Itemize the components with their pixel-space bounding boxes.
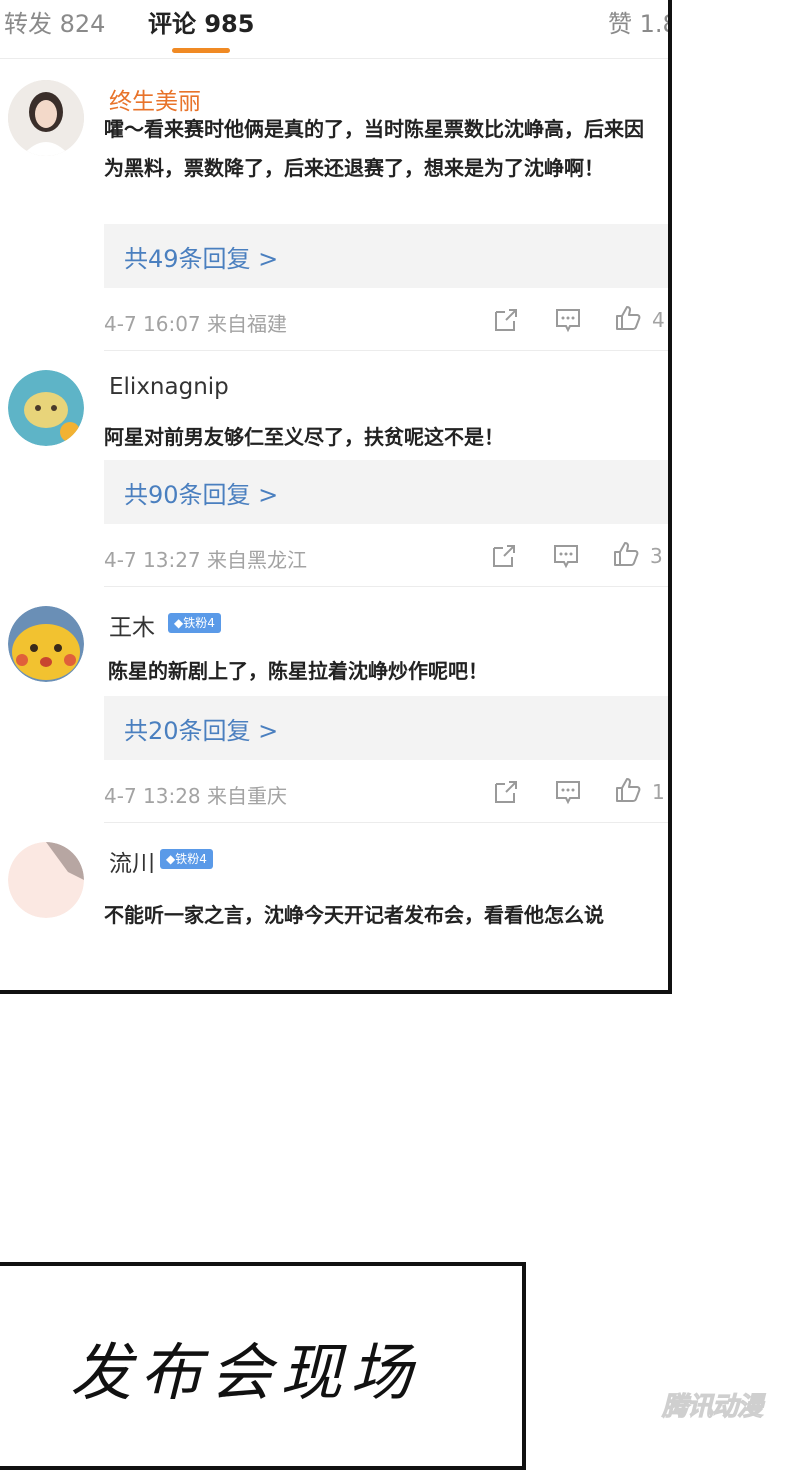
tab-comments[interactable]: 评论 985 (148, 4, 254, 39)
comment-icon[interactable] (554, 778, 582, 806)
avatar[interactable] (8, 842, 84, 918)
replies-link[interactable]: 共20条回复 > (104, 696, 668, 760)
replies-link[interactable]: 共49条回复 > (104, 224, 668, 288)
comment-meta: 4-7 16:07 来自福建 (104, 312, 288, 336)
like-icon[interactable] (612, 540, 640, 568)
comment-meta: 4-7 13:28 来自重庆 (104, 784, 288, 808)
like-count: 4 (652, 308, 665, 332)
tab-likes[interactable]: 赞 1.8 (608, 4, 668, 39)
avatar[interactable] (8, 606, 84, 682)
like-count: 1 (652, 780, 665, 804)
share-icon[interactable] (490, 542, 518, 570)
like-icon[interactable] (614, 304, 642, 332)
comment-icon[interactable] (552, 542, 580, 570)
caption-box: 发布会现场 (0, 1262, 526, 1470)
comment-meta: 4-7 13:27 来自黑龙江 (104, 548, 308, 572)
watermark-logo: 腾讯动漫 (661, 1392, 763, 1423)
username[interactable]: 王木 (109, 608, 155, 642)
comment-text: 嚯～看来赛时他俩是真的了，当时陈星票数比沈峥高，后来因为黑料，票数降了，后来还退… (104, 117, 644, 180)
caption-text: 发布会现场 (70, 1336, 421, 1409)
replies-label: 共49条回复 > (124, 245, 279, 273)
replies-label: 共90条回复 > (124, 481, 279, 509)
username[interactable]: Elixnagnip (109, 374, 229, 400)
fan-badge: ◆铁粉4 (160, 849, 213, 869)
avatar[interactable] (8, 80, 84, 156)
comment-text: 阿星对前男友够仁至义尽了，扶贫呢这不是！ (104, 425, 504, 449)
share-icon[interactable] (492, 306, 520, 334)
divider (104, 586, 668, 587)
fan-badge: ◆铁粉4 (168, 613, 221, 633)
like-icon[interactable] (614, 776, 642, 804)
comment-text: 陈星的新剧上了，陈星拉着沈峥炒作呢吧！ (108, 659, 488, 683)
divider (104, 822, 668, 823)
share-icon[interactable] (492, 778, 520, 806)
tab-bar: 转发 824 评论 985 赞 1.8 (0, 0, 668, 59)
tab-repost[interactable]: 转发 824 (4, 4, 105, 39)
comment-text: 不能听一家之言，沈峥今天开记者发布会，看看他怎么说 (104, 903, 604, 927)
active-tab-indicator (172, 48, 230, 53)
comment-icon[interactable] (554, 306, 582, 334)
avatar[interactable] (8, 370, 84, 446)
username[interactable]: 流川 (109, 844, 155, 878)
like-count: 3 (650, 544, 663, 568)
comment-panel: 转发 824 评论 985 赞 1.8 终生美丽 嚯～看来赛时他俩是真的了，当时… (0, 0, 672, 994)
replies-label: 共20条回复 > (124, 717, 279, 745)
divider (104, 350, 668, 351)
replies-link[interactable]: 共90条回复 > (104, 460, 668, 524)
